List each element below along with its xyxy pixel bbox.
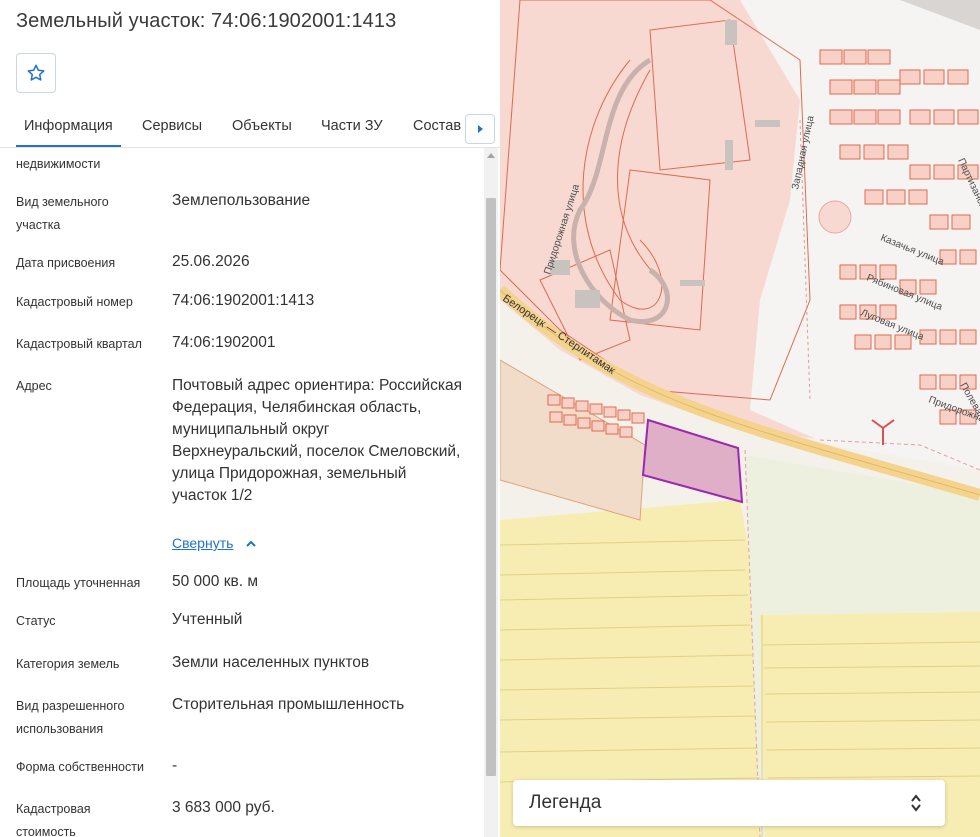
legend-dropdown[interactable]: Легенда <box>513 780 945 826</box>
row-value-cadastral-number: 74:06:1902001:1413 <box>172 292 315 309</box>
row-value-address: Почтовый адрес ориентира: Российская Фед… <box>172 377 463 504</box>
row-label-cadastral-block: Кадастровый квартал <box>16 337 142 351</box>
row-value-assign-date: 25.06.2026 <box>172 253 250 270</box>
scrollbar-thumb[interactable] <box>486 198 496 776</box>
attributes-list: недвижимости Вид земельного участка Земл… <box>0 148 484 837</box>
row-label-land-category: Категория земель <box>16 657 120 671</box>
tab-information[interactable]: Информация <box>16 118 121 147</box>
info-panel: Земельный участок: 74:06:1902001:1413 Ин… <box>0 0 500 837</box>
row-label-status: Статус <box>16 614 56 628</box>
collapse-address-link[interactable]: Свернуть <box>172 535 233 551</box>
panel-scrollbar[interactable] <box>484 148 498 837</box>
row-label-area: Площадь уточненная <box>16 576 141 590</box>
tab-objects[interactable]: Объекты <box>232 118 292 134</box>
sort-updown-icon <box>911 794 921 812</box>
tab-services[interactable]: Сервисы <box>142 118 202 134</box>
row-label-ownership: Форма собственности <box>16 760 144 774</box>
page-title: Земельный участок: 74:06:1902001:1413 <box>16 10 397 32</box>
favorite-button[interactable] <box>16 53 56 93</box>
row-value-cadastral-value: 3 683 000 руб. <box>172 799 275 816</box>
row-label-cadastral-number: Кадастровый номер <box>16 295 133 309</box>
row-label-permitted-use: Вид разрешенного использования <box>16 699 125 736</box>
row-label-parcel-kind: Вид земельного участка <box>16 195 109 232</box>
selected-parcel[interactable] <box>641 418 744 504</box>
legend-label: Легенда <box>529 792 602 813</box>
row-value-parcel-kind: Землепользование <box>172 192 311 209</box>
chevron-right-icon <box>478 125 483 133</box>
map-canvas[interactable]: Придорожная улица Западная улица Казачья… <box>500 0 980 837</box>
row-value-cadastral-block: 74:06:1902001 <box>172 334 276 351</box>
row-label-assign-date: Дата присвоения <box>16 256 116 270</box>
row-label-cadastral-value: Кадастровая стоимость <box>16 802 91 837</box>
row-value-status: Учтенный <box>172 611 243 628</box>
scroll-up-arrow-icon[interactable] <box>487 152 495 160</box>
cadastral-map[interactable]: Придорожная улица Западная улица Казачья… <box>500 0 980 837</box>
tab-bar: Информация Сервисы Объекты Части ЗУ Сост… <box>0 108 500 148</box>
row-value-area: 50 000 кв. м <box>172 573 258 590</box>
row-label-address: Адрес <box>16 379 52 393</box>
round-plaza <box>818 200 852 234</box>
row-value-permitted-use: Сторительная промышленность <box>172 696 405 713</box>
tab-parcel-parts[interactable]: Части ЗУ <box>321 118 383 134</box>
chevron-up-icon[interactable] <box>244 537 258 551</box>
row-label-realty-type: недвижимости <box>16 157 101 171</box>
row-value-ownership: - <box>172 757 178 774</box>
tab-composition[interactable]: Состав <box>413 118 461 134</box>
row-value-land-category: Земли населенных пунктов <box>172 654 370 671</box>
tabs-scroll-right-button[interactable] <box>465 114 495 144</box>
star-outline-icon <box>27 64 45 81</box>
